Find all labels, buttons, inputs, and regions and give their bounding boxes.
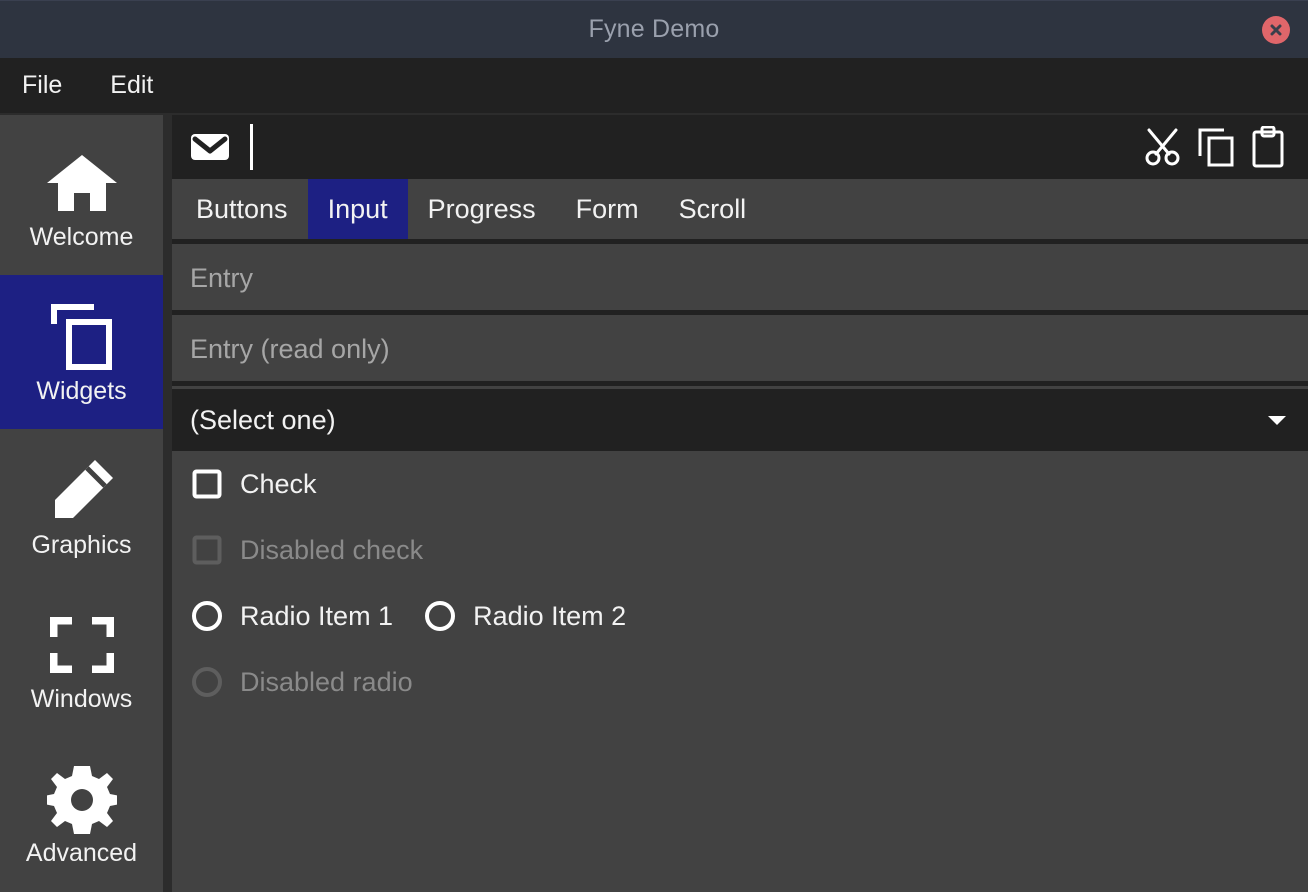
menubar: File Edit (0, 58, 1308, 113)
sidebar-scrollbar[interactable] (163, 115, 172, 892)
radio-item-2-label: Radio Item 2 (473, 600, 627, 631)
sidebar-item-label: Windows (30, 685, 133, 714)
check-row: Check (172, 451, 1308, 517)
tab-bar: Buttons Input Progress Form Scroll (172, 179, 1308, 239)
radio-item-1[interactable]: Radio Item 1 (190, 599, 393, 633)
radio-unselected-icon (423, 599, 457, 633)
sidebar: Welcome Widgets Graphics Windows Advance… (0, 115, 172, 892)
toolbar (172, 115, 1308, 179)
sidebar-item-label: Advanced (25, 839, 138, 868)
sidebar-item-label: Graphics (31, 531, 132, 559)
titlebar: Fyne Demo (0, 0, 1308, 58)
sidebar-item-graphics[interactable]: Graphics (0, 429, 163, 583)
copy-pages-icon (49, 301, 115, 373)
chevron-down-icon (1266, 413, 1288, 427)
panel-empty-space (172, 715, 1308, 892)
clipboard-icon (1252, 126, 1284, 168)
toolbar-paste-button[interactable] (1242, 121, 1294, 173)
copy-icon (1198, 128, 1234, 167)
sidebar-scrollbar-thumb[interactable] (163, 115, 172, 892)
close-window-button[interactable] (1262, 15, 1290, 44)
close-icon (1270, 24, 1282, 35)
radio-disabled: Disabled radio (190, 665, 413, 699)
mail-icon (191, 134, 229, 160)
toolbar-copy-button[interactable] (1190, 121, 1242, 173)
check-row-disabled: Disabled check (172, 517, 1308, 583)
entry-input[interactable]: Entry (172, 247, 1308, 315)
window-title: Fyne Demo (588, 15, 720, 43)
gear-icon (46, 763, 117, 835)
pencil-icon (47, 455, 117, 527)
checkbox-check[interactable]: Check (190, 467, 317, 501)
menu-file[interactable]: File (18, 69, 84, 102)
app-window: Fyne Demo File Edit Welcome Widgets Grap… (0, 0, 1308, 892)
content-area: Buttons Input Progress Form Scroll Entry… (172, 115, 1308, 892)
entry-placeholder: Entry (190, 263, 254, 293)
sidebar-item-widgets[interactable]: Widgets (0, 275, 163, 430)
radio-disabled-label: Disabled radio (240, 666, 413, 697)
radio-item-1-label: Radio Item 1 (240, 600, 394, 631)
radio-row: Radio Item 1 Radio Item 2 (172, 583, 1308, 649)
home-icon (45, 147, 119, 219)
toolbar-cut-button[interactable] (1138, 121, 1190, 173)
sidebar-item-label: Welcome (29, 222, 134, 251)
toolbar-separator (250, 124, 253, 170)
sidebar-item-advanced[interactable]: Advanced (0, 738, 163, 892)
toolbar-mail-button[interactable] (184, 121, 236, 173)
tab-input[interactable]: Input (307, 179, 408, 239)
tab-buttons[interactable]: Buttons (176, 179, 308, 239)
radio-disabled-icon (190, 665, 224, 699)
select-dropdown[interactable]: (Select one) (172, 389, 1308, 451)
sidebar-item-label: Widgets (36, 376, 127, 405)
checkbox-disabled-label: Disabled check (240, 534, 424, 565)
tab-progress[interactable]: Progress (408, 179, 556, 239)
entry-readonly-placeholder: Entry (read only) (190, 334, 390, 364)
sidebar-item-welcome[interactable]: Welcome (0, 121, 163, 275)
menu-edit[interactable]: Edit (106, 69, 175, 102)
sidebar-item-windows[interactable]: Windows (0, 584, 163, 738)
radio-item-2[interactable]: Radio Item 2 (423, 599, 626, 633)
scissors-icon (1145, 128, 1180, 166)
body: Welcome Widgets Graphics Windows Advance… (0, 113, 1308, 892)
tab-scroll[interactable]: Scroll (659, 179, 767, 239)
checkbox-label: Check (240, 468, 317, 499)
input-panel: Entry Entry (read only) (Select one) Che… (172, 244, 1308, 892)
radio-row-disabled: Disabled radio (172, 649, 1308, 715)
select-value: (Select one) (190, 404, 336, 435)
entry-readonly-input[interactable]: Entry (read only) (172, 318, 1308, 386)
checkbox-disabled-icon (190, 533, 224, 567)
radio-unselected-icon (190, 599, 224, 633)
fullscreen-icon (49, 609, 114, 681)
checkbox-disabled-check: Disabled check (190, 533, 423, 567)
checkbox-unchecked-icon (190, 467, 224, 501)
tab-form[interactable]: Form (556, 179, 659, 239)
